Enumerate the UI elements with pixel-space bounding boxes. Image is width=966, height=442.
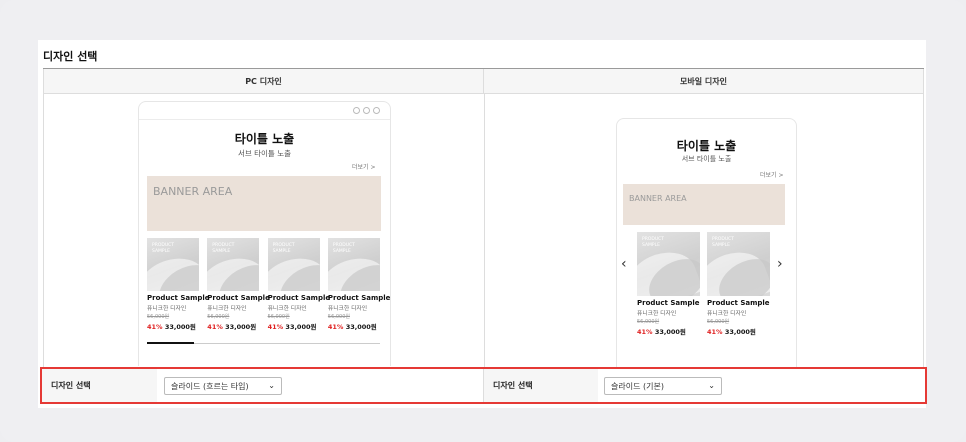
discount-rate: 41% [327,323,344,331]
chevron-down-icon: ⌄ [708,381,715,390]
product-price: 41% 33,000원 [207,321,256,331]
product-thumbnail: PRODUCT SAMPLE [327,238,380,291]
chevron-down-icon: ⌄ [268,381,275,390]
product-price: 41% 33,000원 [637,326,686,336]
discount-rate: 41% [267,323,284,331]
product-desc: 퓨니크한 디자인 [327,306,368,312]
mobile-design-select-value: 슬라이드 (기본) [611,381,664,391]
window-dot-icon [363,107,370,114]
pc-preview-subtitle: 서브 타이틀 노출 [237,149,292,158]
product-name: Product Sample [207,294,270,302]
mobile-design-select-label: 디자인 선택 [483,369,598,402]
product-original-price: 56,000원 [147,314,170,320]
product-name: Product Sample [327,294,391,302]
mobile-preview-subtitle: 서브 타이틀 노출 [681,155,732,163]
product-original-price: 56,000원 [707,319,730,325]
sale-price: 33,000원 [285,323,317,331]
pc-design-select-value: 슬라이드 (흐르는 타입) [171,381,249,391]
sale-price: 33,000원 [654,328,686,336]
thumbnail-placeholder-text: PRODUCT SAMPLE [642,237,665,248]
column-header-mobile: 모바일 디자인 [484,69,923,94]
product-thumbnail: PRODUCT SAMPLE [147,238,199,291]
design-select-row: 디자인 선택 슬라이드 (흐르는 타입) ⌄ 디자인 선택 슬라이드 (기본) … [40,367,927,404]
product-original-price: 56,000원 [327,314,350,320]
product-original-price: 56,000원 [637,319,660,325]
product-price: 41% 33,000원 [147,321,196,331]
product-desc: 퓨니크한 디자인 [207,306,247,312]
discount-rate: 41% [707,328,723,336]
product-name: Product Sample [147,294,210,302]
sale-price: 33,000원 [164,323,196,331]
product-name: Product Sample [637,299,700,307]
mobile-preview-title: 타이틀 노출 [676,139,737,153]
sale-price: 33,000원 [724,328,756,336]
pc-preview-title: 타이틀 노출 [234,132,295,146]
product-name: Product Sample [707,299,770,307]
mobile-design-select[interactable]: 슬라이드 (기본) ⌄ [604,377,722,395]
pc-preview-more: 더보기 > [352,164,376,171]
chevron-right-icon[interactable]: › [777,256,783,272]
column-header-pc: PC 디자인 [44,69,484,94]
thumbnail-placeholder-text: PRODUCT SAMPLE [272,243,295,254]
pc-design-select[interactable]: 슬라이드 (흐르는 타입) ⌄ [164,377,282,395]
thumbnail-placeholder-text: PRODUCT SAMPLE [712,237,735,248]
pc-design-select-label: 디자인 선택 [42,369,157,402]
browser-bar [139,102,390,120]
product-price: 41% 33,000원 [268,321,317,331]
pc-slider-scrollbar [147,342,380,344]
product-original-price: 56,000원 [267,314,290,320]
product-price: 41% 33,000원 [707,326,756,336]
mobile-preview-more: 더보기 > [760,172,784,179]
product-desc: 퓨니크한 디자인 [267,306,307,312]
product-price: 41% 33,000원 [328,321,377,331]
product-name: Product Sample [267,294,331,302]
thumbnail-placeholder-text: PRODUCT SAMPLE [332,243,355,254]
sale-price: 33,000원 [225,323,257,331]
product-thumbnail: PRODUCT SAMPLE [707,232,770,296]
thumbnail-placeholder-text: PRODUCT SAMPLE [212,243,235,254]
product-thumbnail: PRODUCT SAMPLE [267,238,320,291]
window-dot-icon [353,107,360,114]
pc-slider-progress [147,342,194,344]
sale-price: 33,000원 [345,323,377,331]
window-dot-icon [373,107,380,114]
discount-rate: 41% [147,323,163,331]
product-desc: 퓨니크한 디자인 [637,311,677,317]
product-thumbnail: PRODUCT SAMPLE [637,232,700,296]
pc-banner-area: BANNER AREA [147,176,381,231]
thumbnail-placeholder-text: PRODUCT SAMPLE [152,243,175,254]
product-desc: 퓨니크한 디자인 [707,311,747,317]
mobile-banner-area: BANNER AREA [623,184,785,225]
column-divider [484,94,485,367]
product-thumbnail: PRODUCT SAMPLE [207,238,260,291]
chevron-left-icon[interactable]: ‹ [621,256,627,272]
product-desc: 퓨니크한 디자인 [147,306,187,312]
product-original-price: 56,000원 [207,314,230,320]
section-title: 디자인 선택 [43,50,98,63]
discount-rate: 41% [207,323,223,331]
discount-rate: 41% [637,328,653,336]
